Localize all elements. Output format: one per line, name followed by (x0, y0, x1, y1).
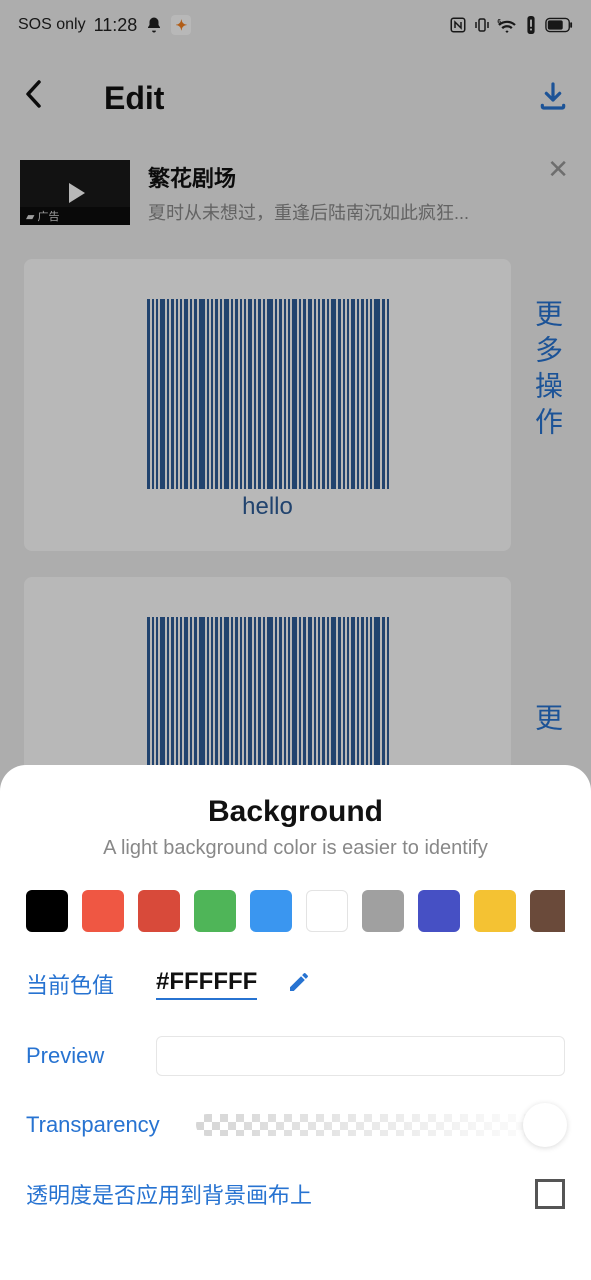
status-bar: SOS only 11:28 ✦ 6 (0, 0, 591, 50)
preview-label: Preview (26, 1043, 136, 1069)
alert-icon (523, 16, 539, 34)
background-sheet: Background A light background color is e… (0, 765, 591, 1280)
clock: 11:28 (94, 15, 138, 36)
sheet-subtitle: A light background color is easier to id… (26, 837, 565, 860)
ad-thumbnail: ▰ 广告 (20, 160, 130, 225)
ad-close-button[interactable]: ✕ (547, 154, 569, 185)
app-header: Edit (0, 50, 591, 146)
color-swatch[interactable] (362, 890, 404, 932)
color-swatch[interactable] (138, 890, 180, 932)
download-button[interactable] (537, 80, 569, 117)
color-swatch[interactable] (418, 890, 460, 932)
bell-icon (145, 16, 163, 34)
color-swatch[interactable] (194, 890, 236, 932)
ad-badge: ▰ 广告 (20, 207, 130, 225)
color-swatch[interactable] (26, 890, 68, 932)
barcode-1 (147, 299, 389, 489)
transparency-slider[interactable] (196, 1114, 565, 1136)
apply-transparency-label: 透明度是否应用到背景画布上 (26, 1178, 312, 1210)
color-swatch[interactable] (474, 890, 516, 932)
barcode-label: hello (242, 493, 293, 521)
color-swatch[interactable] (306, 890, 348, 932)
color-swatches (26, 890, 565, 932)
apply-transparency-checkbox[interactable] (535, 1179, 565, 1209)
color-swatch[interactable] (530, 890, 565, 932)
sheet-title: Background (26, 795, 565, 829)
ad-description: 夏时从未想过，重逢后陆南沉如此疯狂... (148, 199, 571, 225)
vibrate-icon (473, 16, 491, 34)
wifi-icon: 6 (497, 17, 517, 33)
current-hex-value[interactable]: #FFFFFF (156, 968, 257, 1000)
page-title: Edit (104, 80, 537, 117)
ad-title: 繁花剧场 (148, 161, 571, 193)
back-button[interactable] (22, 79, 62, 118)
network-status: SOS only (18, 16, 86, 34)
color-swatch[interactable] (250, 890, 292, 932)
transparency-label: Transparency (26, 1112, 176, 1138)
barcode-2 (147, 617, 389, 767)
nfc-icon (449, 16, 467, 34)
edit-hex-button[interactable] (287, 970, 311, 999)
barcode-card-1[interactable]: hello (24, 259, 511, 551)
runner-app-icon: ✦ (171, 15, 191, 35)
ad-banner[interactable]: ▰ 广告 繁花剧场 夏时从未想过，重逢后陆南沉如此疯狂... ✕ (0, 146, 591, 239)
battery-icon (545, 17, 573, 33)
play-icon (69, 183, 85, 203)
preview-swatch (156, 1036, 565, 1076)
current-color-label: 当前色值 (26, 968, 136, 1000)
slider-thumb[interactable] (523, 1103, 567, 1147)
color-swatch[interactable] (82, 890, 124, 932)
